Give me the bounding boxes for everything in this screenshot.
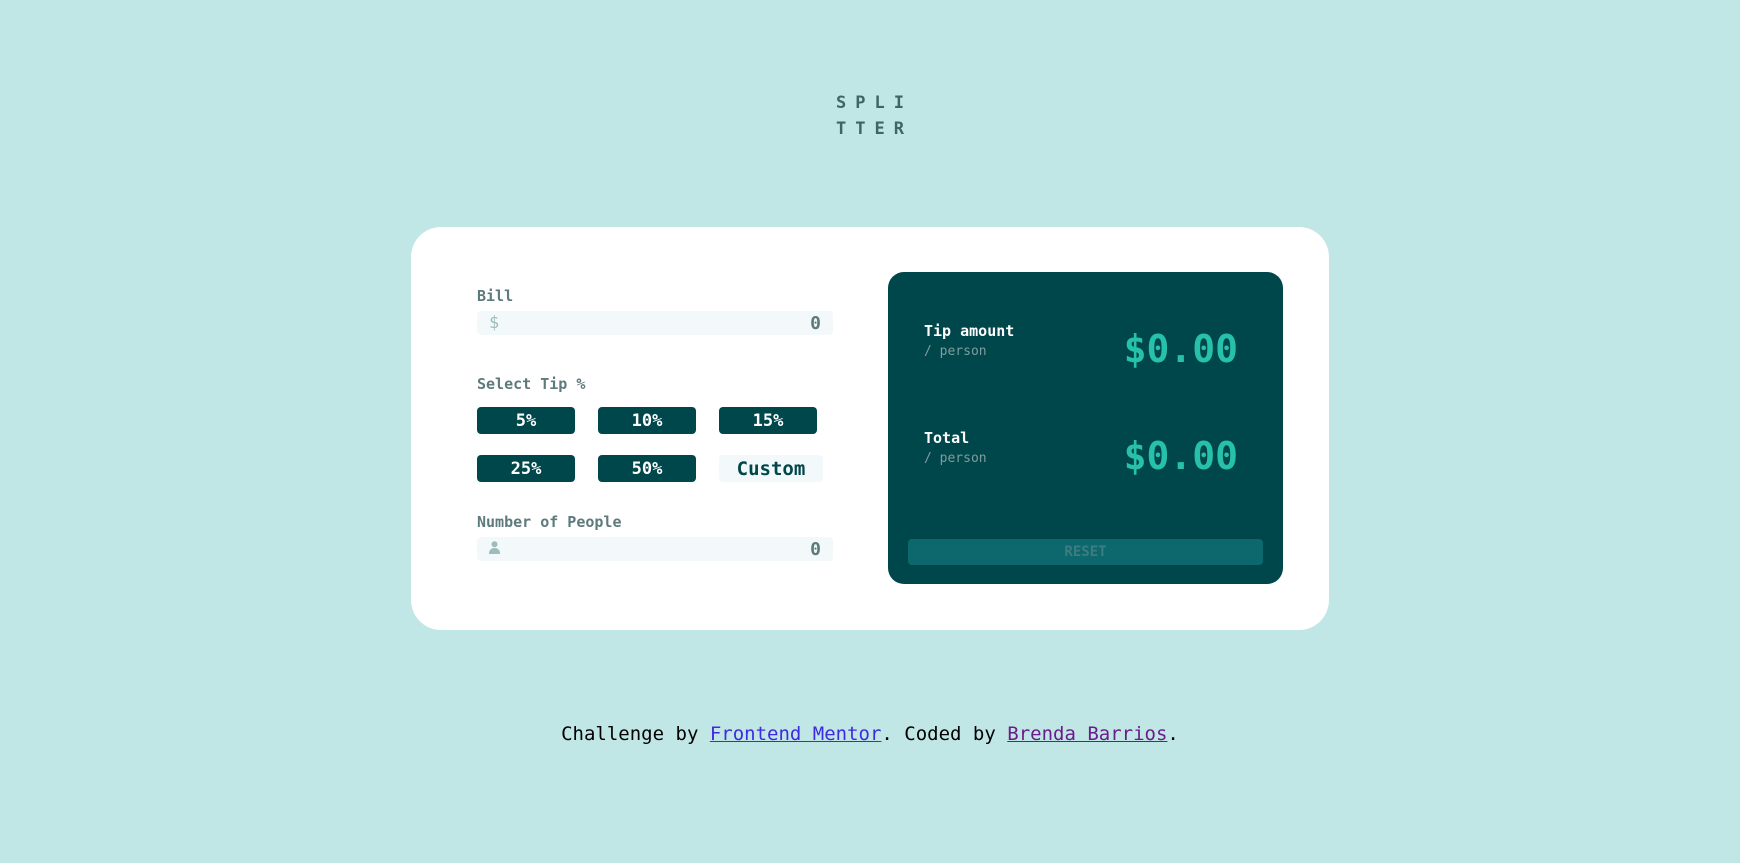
author-link[interactable]: Brenda Barrios [1007, 723, 1167, 745]
tip-button-10[interactable]: 10% [598, 407, 696, 434]
footer: Challenge by Frontend Mentor. Coded by B… [0, 723, 1740, 745]
dollar-icon: $ [489, 313, 500, 333]
people-value: 0 [810, 538, 821, 560]
tip-amount-title: Tip amount [924, 322, 1015, 340]
people-input[interactable]: 0 [477, 537, 833, 561]
total-value: $0.00 [1123, 434, 1238, 478]
tip-amount-value: $0.00 [1123, 327, 1238, 371]
footer-prefix: Challenge by [561, 723, 710, 745]
custom-tip-input[interactable]: Custom [719, 455, 823, 482]
footer-middle: . Coded by [881, 723, 1008, 745]
bill-input[interactable]: $ 0 [477, 311, 833, 335]
bill-value: 0 [810, 312, 821, 334]
total-title: Total [924, 429, 970, 447]
person-icon [489, 539, 500, 559]
logo: SPLI TTER [836, 90, 926, 142]
tip-button-15[interactable]: 15% [719, 407, 817, 434]
tip-button-50[interactable]: 50% [598, 455, 696, 482]
tip-amount-sub: / person [924, 344, 987, 359]
bill-label: Bill [477, 287, 514, 305]
frontend-mentor-link[interactable]: Frontend Mentor [710, 723, 882, 745]
tip-button-5[interactable]: 5% [477, 407, 575, 434]
people-label: Number of People [477, 513, 622, 531]
logo-line-2: TTER [836, 119, 913, 139]
tip-label: Select Tip % [477, 375, 586, 393]
reset-button[interactable]: RESET [908, 539, 1263, 565]
total-sub: / person [924, 451, 987, 466]
logo-line-1: SPLI [836, 93, 913, 113]
results-panel: Tip amount / person $0.00 Total / person… [888, 272, 1283, 584]
footer-suffix: . [1167, 723, 1179, 745]
tip-button-25[interactable]: 25% [477, 455, 575, 482]
calculator-card: Bill $ 0 Select Tip % 5% 10% 15% 25% 50%… [411, 227, 1329, 630]
